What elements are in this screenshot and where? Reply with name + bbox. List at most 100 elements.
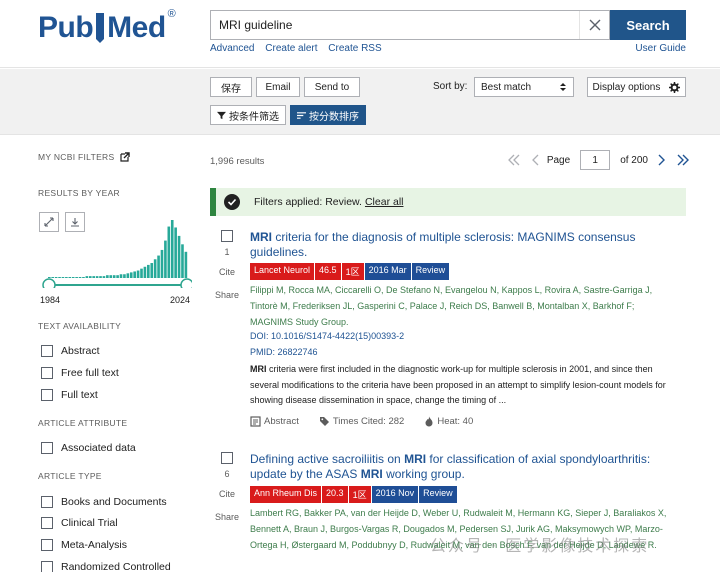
result-title-link[interactable]: Defining active sacroiliitis on MRI for … [250,452,670,482]
histogram-bar [157,255,160,278]
sort-by-score-button[interactable]: 按分数排序 [290,105,366,125]
filter-randomized-controlled[interactable]: Randomized Controlled [41,561,171,572]
previous-page-icon[interactable] [531,153,541,167]
filter-meta-analysis[interactable]: Meta-Analysis [41,539,127,551]
filter-conditions-label: 按条件筛选 [229,111,279,123]
user-guide-link[interactable]: User Guide [635,43,686,54]
result-title-link[interactable]: MRI criteria for the diagnosis of multip… [250,230,670,260]
logo-pub: Pub [38,11,94,44]
external-link-icon [120,152,131,162]
heat: Heat: 40 [424,416,483,427]
page-label: Page [546,154,571,166]
filter-full-text[interactable]: Full text [41,389,98,401]
cite-button[interactable]: Cite [210,267,244,277]
last-page-icon[interactable] [676,153,690,167]
histogram-bar [177,235,181,278]
search-input[interactable] [211,11,571,39]
histogram-bar [95,276,99,278]
my-ncbi-filters-heading[interactable]: MY NCBI FILTERS [38,152,131,162]
impact-factor-badge: 20.3 [322,486,348,503]
histogram-bar [150,263,154,278]
histogram-bar [68,277,72,278]
checkbox[interactable] [41,539,53,551]
result-side: 6 Cite Share [210,452,244,522]
histogram-bar [58,277,61,278]
clear-search-button[interactable] [579,11,609,39]
checkbox[interactable] [41,496,53,508]
checkbox[interactable] [41,442,53,454]
histogram-bar [112,275,116,278]
filter-label: Books and Documents [61,496,167,508]
filter-books-and-documents[interactable]: Books and Documents [41,496,167,508]
year-start-label: 1984 [40,295,61,305]
checkbox[interactable] [41,367,53,379]
checkbox[interactable] [41,517,53,529]
sort-lines-icon [297,111,306,119]
flame-icon [425,416,433,427]
logo-bookmark-icon [96,13,105,43]
select-result-checkbox[interactable] [221,230,233,242]
sort-by-score-label: 按分数排序 [309,111,359,123]
checkbox[interactable] [41,389,53,401]
header: Pub Med ® Search Advanced Create alert C… [0,0,720,68]
histogram-bar [88,276,92,278]
display-options-button[interactable]: Display options [587,77,686,97]
journal-badges: Ann Rheum Dis 20.3 1区 2016 Nov Review [250,486,458,503]
watermark: 公众号 · 医学影像技术探索 [430,536,650,555]
select-result-checkbox[interactable] [221,452,233,464]
histogram-bar [71,277,75,278]
filter-free-full-text[interactable]: Free full text [41,367,119,379]
result-item: 1 Cite Share MRI criteria for the diagno… [210,230,686,440]
page-number-input[interactable]: 1 [580,150,611,170]
share-button[interactable]: Share [210,512,244,522]
create-alert-link[interactable]: Create alert [265,43,317,54]
cite-button[interactable]: Cite [210,489,244,499]
filter-associated-data[interactable]: Associated data [41,442,136,454]
result-doi[interactable]: DOI: 10.1016/S1474-4422(15)00393-2 [250,331,404,341]
sort-by-label: Sort by: [433,81,468,92]
histogram-bar [181,244,184,278]
filter-funnel-icon [217,111,226,119]
share-button[interactable]: Share [210,290,244,300]
filter-label: Meta-Analysis [61,539,127,551]
abstract-action[interactable]: Abstract [250,416,309,427]
filter-abstract[interactable]: Abstract [41,345,100,357]
histogram-bar [102,276,106,278]
histogram-bar [174,227,177,278]
histogram-bar [129,272,133,278]
date-badge: 2016 Mar [364,263,411,280]
email-button[interactable]: Email [256,77,300,97]
checkbox[interactable] [41,561,53,572]
send-to-button[interactable]: Send to [304,77,360,97]
histogram-bar [106,275,109,278]
sort-select[interactable]: Best match [474,77,574,97]
create-rss-link[interactable]: Create RSS [328,43,381,54]
results-count: 1,996 results [210,156,265,167]
results-by-year-histogram[interactable] [42,208,192,288]
result-actions: Abstract Times Cited: 282 Heat: 40 [250,416,493,427]
advanced-link[interactable]: Advanced [210,43,254,54]
histogram-bar [82,277,85,278]
next-page-icon[interactable] [656,153,666,167]
histogram-bar [147,264,150,278]
save-button[interactable]: 保存 [210,77,252,97]
impact-factor-badge: 46.5 [315,263,341,280]
histogram-bar [170,220,174,278]
pubmed-logo[interactable]: Pub Med ® [38,8,176,48]
search-button[interactable]: Search [610,10,686,40]
check-circle-icon [224,194,240,210]
clear-all-filters-link[interactable]: Clear all [365,196,404,208]
journal-badge: Ann Rheum Dis [250,486,322,503]
filter-conditions-button[interactable]: 按条件筛选 [210,105,286,125]
filters-sidebar: MY NCBI FILTERS RESULTS BY YEAR 1984 202… [38,136,198,572]
histogram-bar [65,277,68,278]
first-page-icon[interactable] [507,153,521,167]
filter-clinical-trial[interactable]: Clinical Trial [41,517,118,529]
filter-label: Free full text [61,367,119,379]
results-main: 1,996 results Page 1 of 200 Filters appl… [210,136,690,572]
checkbox[interactable] [41,345,53,357]
snippet-text: criteria were first included in the diag… [250,364,666,405]
histogram-bar [75,277,78,278]
year-start-slider-handle[interactable] [42,278,56,288]
year-end-slider-handle[interactable] [180,278,192,288]
